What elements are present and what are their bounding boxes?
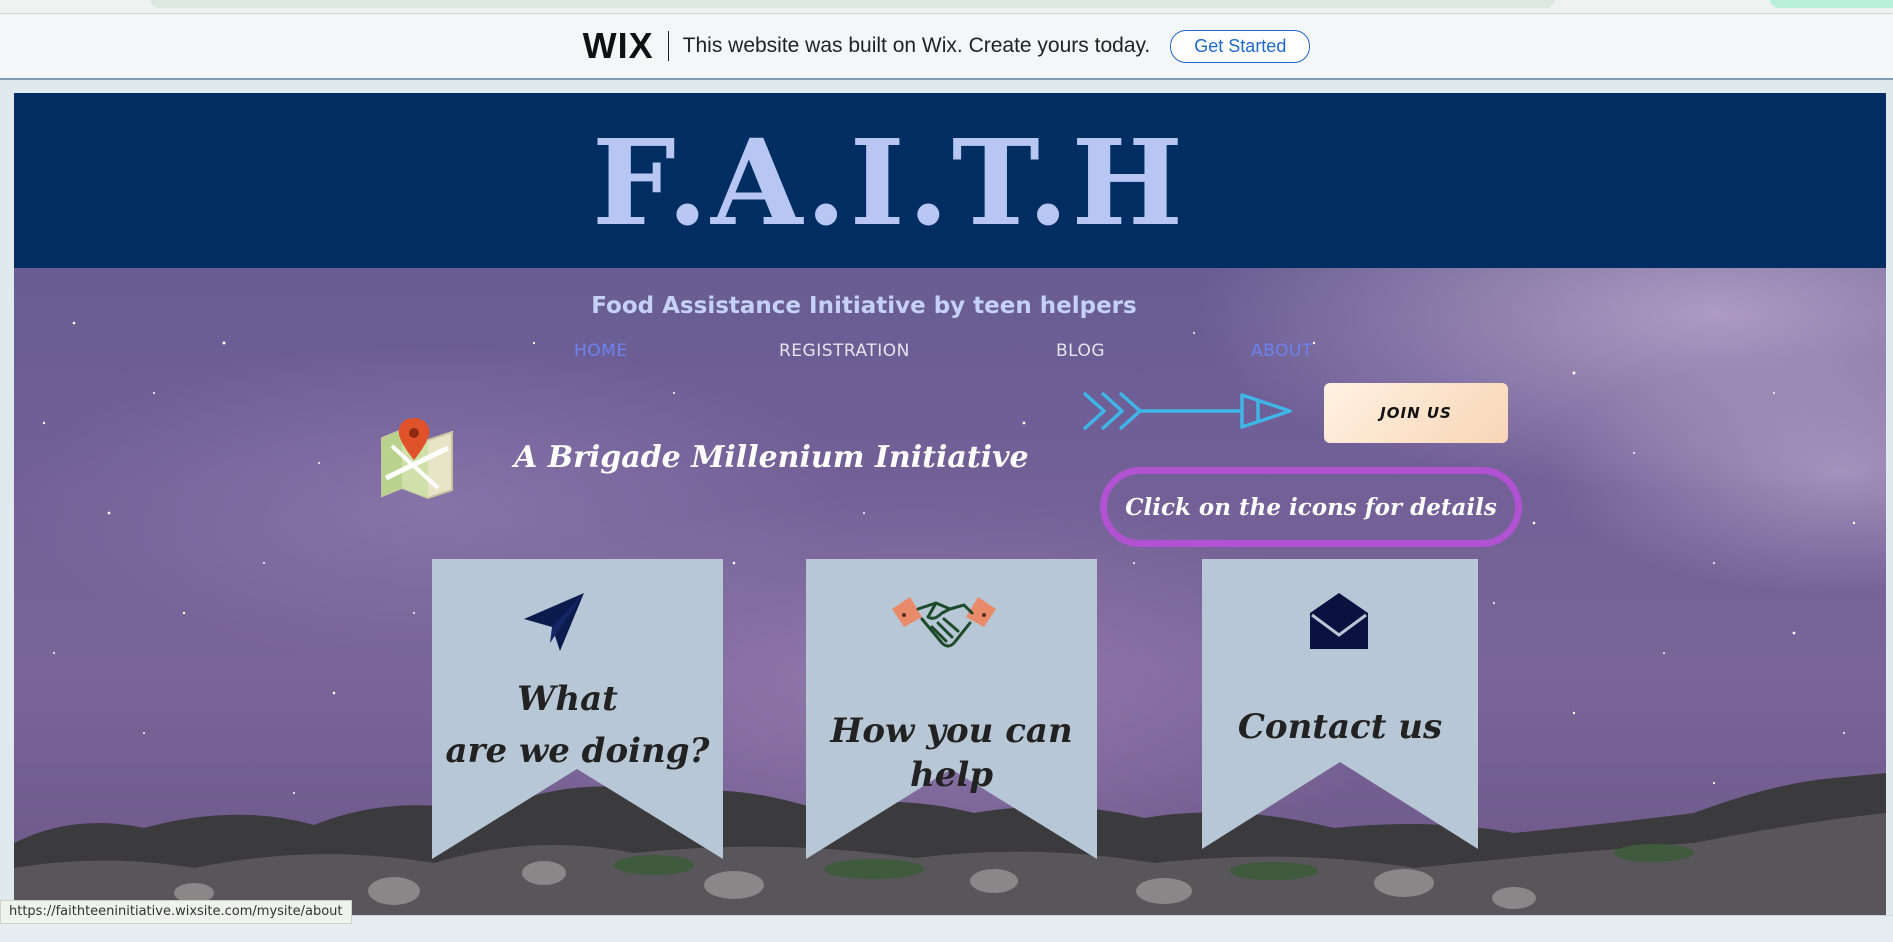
details-callout: Click on the icons for details	[1100, 467, 1522, 547]
handshake-icon	[892, 597, 996, 648]
nav-item-blog[interactable]: BLOG	[1056, 341, 1105, 361]
initiative-subtitle: A Brigade Millenium Initiative	[514, 440, 1029, 475]
main-navigation: HOME REGISTRATION BLOG ABOUT	[14, 341, 1886, 371]
site-tagline: Food Assistance Initiative by teen helpe…	[591, 293, 1137, 319]
nav-item-about[interactable]: ABOUT	[1251, 341, 1313, 361]
card-contact-us[interactable]: Contact us	[1202, 559, 1478, 849]
card-label: Contact us	[1237, 707, 1443, 747]
card-how-you-can-help[interactable]: How you can help	[806, 559, 1097, 859]
card-label: What are we doing?	[432, 673, 723, 777]
wix-logo[interactable]: WIX	[583, 25, 654, 67]
nav-item-registration[interactable]: REGISTRATION	[779, 341, 910, 361]
browser-action-button[interactable]	[1770, 0, 1893, 8]
browser-address-bar[interactable]	[150, 0, 1555, 8]
site-page: F.A.I.T.H Food Assistance Initiative by …	[14, 93, 1886, 915]
site-title: F.A.I.T.H	[591, 113, 1187, 252]
details-callout-text: Click on the icons for details	[1125, 493, 1497, 521]
status-bar-url: https://faithteeninitiative.wixsite.com/…	[0, 900, 352, 924]
wix-ad-banner: WIX This website was built on Wix. Creat…	[0, 14, 1893, 80]
browser-top-strip	[0, 0, 1893, 14]
get-started-button[interactable]: Get Started	[1170, 29, 1311, 63]
envelope-icon	[1310, 593, 1368, 649]
card-label-line-2: are we doing?	[445, 731, 710, 771]
card-label-line-1: What	[517, 679, 618, 719]
wix-banner-message: This website was built on Wix. Create yo…	[682, 34, 1151, 57]
wix-divider	[667, 31, 669, 61]
card-what-are-we-doing[interactable]: What are we doing?	[432, 559, 723, 859]
header-band: F.A.I.T.H	[14, 93, 1886, 268]
nav-item-home[interactable]: HOME	[574, 341, 628, 361]
join-us-button[interactable]: JOIN US	[1324, 383, 1508, 443]
arrow-right-icon	[1082, 391, 1292, 431]
card-label: How you can help	[830, 711, 1073, 795]
paper-plane-icon	[524, 593, 584, 651]
map-pin-icon	[381, 418, 453, 500]
